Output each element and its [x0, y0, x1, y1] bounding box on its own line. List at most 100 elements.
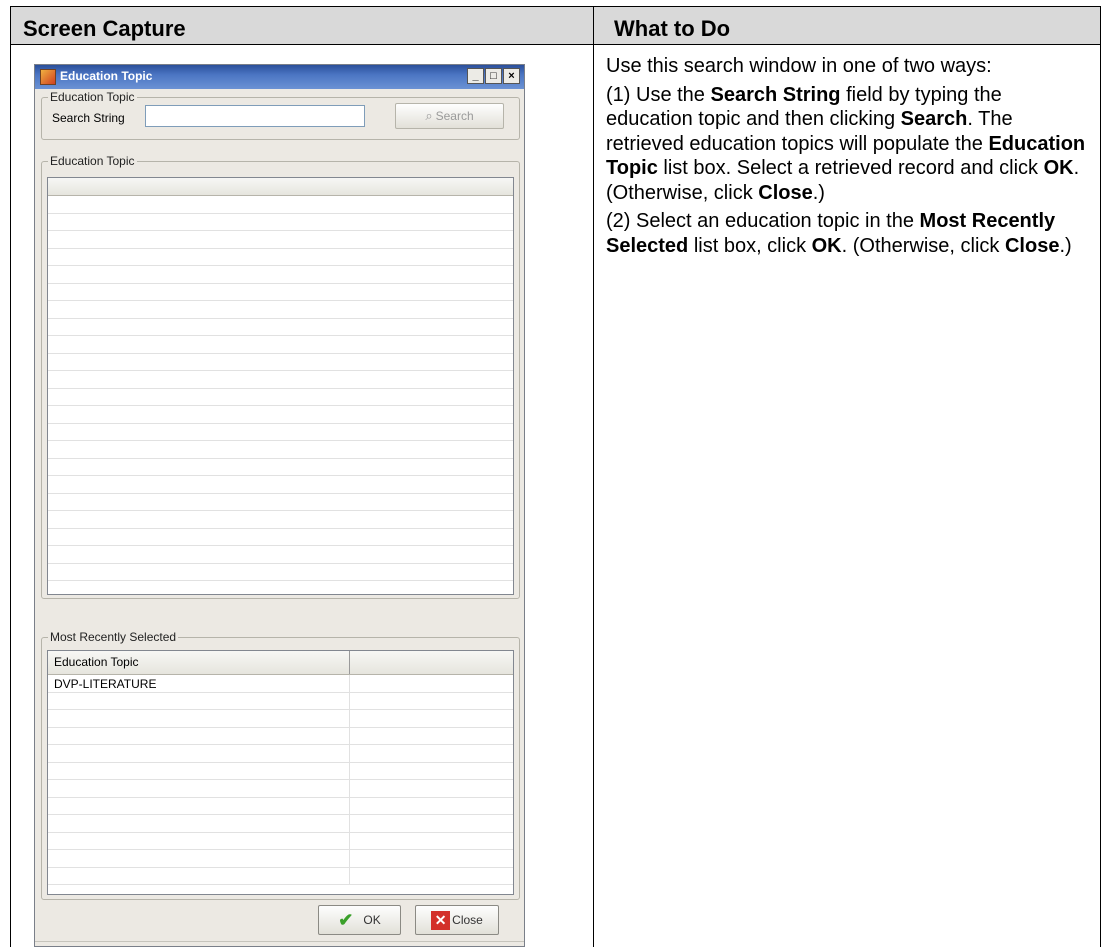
recent-topic-cell: [48, 832, 350, 849]
table-row[interactable]: [48, 354, 513, 371]
recent-topic-cell: [48, 850, 350, 867]
table-row[interactable]: [48, 459, 513, 476]
table-row[interactable]: [48, 727, 513, 745]
table-row[interactable]: [48, 441, 513, 459]
step1-text-6: .): [812, 181, 825, 204]
table-row[interactable]: [48, 406, 513, 424]
dialog-titlebar[interactable]: Education Topic _ □ ×: [35, 65, 524, 89]
app-icon: [40, 69, 56, 85]
instructions-step-1: (1) Use the Search String field by typin…: [606, 83, 1091, 206]
table-row[interactable]: DVP-LITERATURE: [48, 675, 513, 693]
table-row[interactable]: [48, 476, 513, 494]
table-row[interactable]: [48, 249, 513, 266]
table-row[interactable]: [48, 494, 513, 511]
table-row[interactable]: [48, 529, 513, 546]
recent-empty-cell: [350, 728, 362, 745]
table-row[interactable]: [48, 867, 513, 885]
recent-topic-cell: [48, 692, 350, 709]
step1-bold-4: OK: [1043, 157, 1074, 179]
step1-text-1: (1) Use the: [606, 83, 711, 106]
recent-topic-cell: [48, 710, 350, 727]
maximize-icon[interactable]: □: [485, 68, 502, 84]
recent-topic-cell: [48, 867, 350, 884]
table-row[interactable]: [48, 710, 513, 728]
recent-empty-cell: [350, 675, 362, 692]
what-to-do-header: What to Do: [593, 7, 1100, 45]
instructions-step-2: (2) Select an education topic in the Mos…: [606, 209, 1091, 258]
table-row[interactable]: [48, 266, 513, 284]
recent-empty-cell: [350, 710, 362, 727]
status-bar: [35, 941, 524, 946]
recent-empty-cell: [350, 763, 362, 780]
table-row[interactable]: [48, 745, 513, 763]
results-list-header: [48, 178, 513, 196]
step2-text-1: (2) Select an education topic in the: [606, 210, 920, 232]
checkmark-icon: ✔: [338, 909, 354, 930]
close-button[interactable]: ✕ Close: [415, 905, 499, 935]
search-group-label: Education Topic: [48, 90, 137, 104]
ok-button-label: OK: [363, 913, 381, 927]
table-row[interactable]: [48, 692, 513, 710]
most-recently-selected-list[interactable]: Education Topic DVP-LITERATURE: [47, 650, 514, 895]
recent-topic-cell: [48, 745, 350, 762]
table-row[interactable]: [48, 850, 513, 868]
search-string-label: Search String: [52, 111, 125, 125]
close-button-label: Close: [452, 913, 483, 927]
magnifier-icon: ⌕: [425, 108, 433, 123]
recent-group-label: Most Recently Selected: [48, 630, 179, 644]
recent-topic-cell: [48, 815, 350, 832]
recent-empty-cell: [350, 815, 362, 832]
table-row[interactable]: [48, 511, 513, 529]
step1-bold-5: Close: [758, 181, 813, 204]
table-row[interactable]: [48, 284, 513, 301]
recent-topic-cell: DVP-LITERATURE: [48, 675, 350, 692]
minimize-icon[interactable]: _: [467, 68, 484, 84]
step2-bold-2: OK: [811, 234, 842, 257]
recent-topic-cell: [48, 762, 350, 779]
screen-capture-header: Screen Capture: [11, 7, 593, 45]
search-button[interactable]: ⌕ Search: [395, 103, 504, 129]
step2-text-2: list box, click: [688, 234, 812, 257]
table-row[interactable]: [48, 336, 513, 354]
table-row[interactable]: [48, 371, 513, 389]
step2-bold-3: Close: [1004, 234, 1060, 257]
recent-empty-column-header: [350, 651, 362, 674]
dialog-title: Education Topic: [60, 69, 153, 83]
step1-bold-1: Search String: [710, 83, 841, 106]
recent-empty-cell: [350, 745, 362, 762]
table-row[interactable]: [48, 319, 513, 336]
recent-empty-cell: [350, 780, 362, 797]
table-row[interactable]: [48, 231, 513, 249]
recent-column-header[interactable]: Education Topic: [48, 651, 350, 674]
table-row[interactable]: [48, 546, 513, 564]
table-row[interactable]: [48, 797, 513, 815]
results-rows: [48, 196, 513, 581]
recent-topic-cell: [48, 727, 350, 744]
education-topic-list[interactable]: [47, 177, 514, 595]
table-row[interactable]: [48, 780, 513, 798]
ok-button[interactable]: ✔ OK: [318, 905, 401, 935]
table-row[interactable]: [48, 762, 513, 780]
recent-rows: DVP-LITERATURE: [48, 675, 513, 885]
table-row[interactable]: [48, 832, 513, 850]
table-row[interactable]: [48, 214, 513, 231]
recent-empty-cell: [350, 868, 362, 885]
recent-topic-cell: [48, 797, 350, 814]
table-row[interactable]: [48, 424, 513, 441]
table-row[interactable]: [48, 564, 513, 581]
recent-empty-cell: [350, 798, 362, 815]
recent-topic-cell: [48, 780, 350, 797]
search-string-input[interactable]: [145, 105, 365, 127]
recent-empty-cell: [350, 693, 362, 710]
table-row[interactable]: [48, 389, 513, 406]
close-x-icon: ✕: [431, 910, 451, 930]
column-divider: [593, 45, 594, 947]
instructions-intro: Use this search window in one of two way…: [606, 55, 992, 77]
step2-text-3: . (Otherwise, click: [841, 234, 1005, 257]
close-window-icon[interactable]: ×: [503, 68, 520, 84]
table-row[interactable]: [48, 815, 513, 833]
table-row[interactable]: [48, 196, 513, 214]
table-row[interactable]: [48, 301, 513, 319]
search-button-label: Search: [435, 109, 474, 123]
window-controls: _ □ ×: [466, 68, 520, 84]
